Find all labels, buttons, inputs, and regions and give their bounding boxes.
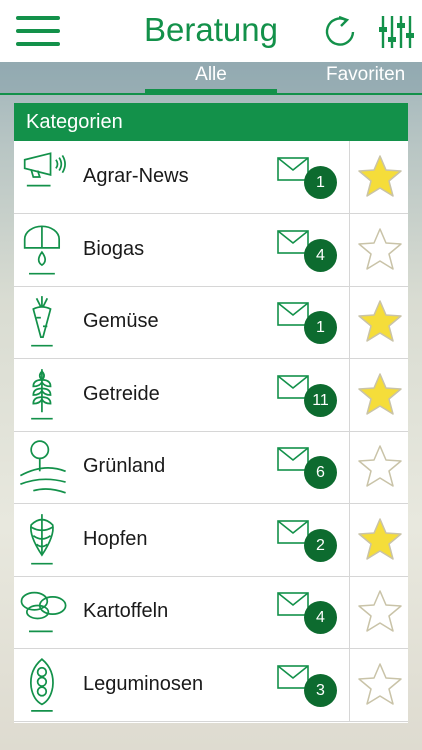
message-count-badge: 2 — [304, 528, 337, 562]
tab-favoriten[interactable]: Favoriten — [326, 64, 405, 86]
carrot-icon — [31, 296, 53, 347]
favorite-star-icon[interactable] — [357, 299, 403, 343]
category-label: Leguminosen — [83, 672, 204, 695]
pea-pod-icon — [29, 657, 54, 712]
row-divider — [349, 213, 350, 286]
message-count-badge: 4 — [304, 238, 337, 272]
favorite-star-icon[interactable] — [357, 662, 403, 706]
section-header: Kategorien — [14, 103, 408, 141]
row-divider — [349, 431, 350, 503]
message-count-badge: 3 — [304, 673, 337, 707]
row-divider — [349, 358, 350, 431]
category-row[interactable]: Grünland 6 — [14, 431, 408, 504]
category-row[interactable]: Agrar-News 1 — [14, 141, 408, 214]
wheat-icon — [31, 368, 53, 420]
row-divider — [349, 503, 350, 576]
category-row[interactable]: Biogas 4 — [14, 213, 408, 287]
row-divider — [349, 286, 350, 358]
row-divider — [349, 576, 350, 648]
category-row[interactable]: Gemüse 1 — [14, 286, 408, 359]
category-row[interactable]: Leguminosen 3 — [14, 648, 408, 722]
top-bar: Beratung — [0, 0, 422, 62]
favorite-star-icon[interactable] — [357, 154, 403, 198]
message-count-badge: 11 — [304, 383, 337, 417]
category-label: Biogas — [83, 237, 145, 260]
tab-alle[interactable]: Alle — [145, 64, 277, 86]
message-count-badge: 1 — [304, 311, 337, 344]
megaphone-icon — [23, 152, 66, 187]
category-label: Hopfen — [83, 527, 148, 550]
category-label: Agrar-News — [83, 165, 189, 187]
message-count-badge: 1 — [304, 166, 337, 199]
page-title: Beratung — [144, 11, 278, 48]
favorite-star-icon[interactable] — [357, 227, 403, 271]
refresh-icon[interactable] — [322, 14, 358, 50]
favorite-star-icon[interactable] — [357, 589, 403, 633]
categories-panel: Kategorien Agrar-News 1 Biogas 4 Gemüse 1 Getr… — [14, 103, 408, 723]
sliders-icon[interactable] — [378, 14, 414, 50]
category-label: Getreide — [83, 382, 160, 405]
category-label: Gemüse — [83, 310, 159, 332]
tab-bar-divider — [0, 93, 422, 95]
biogas-tank-icon — [23, 224, 61, 275]
favorite-star-icon[interactable] — [357, 517, 403, 561]
message-count-badge: 4 — [304, 601, 337, 634]
favorite-star-icon[interactable] — [357, 444, 403, 488]
row-divider — [349, 141, 350, 213]
tree-meadow-icon — [19, 440, 66, 494]
hop-icon — [29, 513, 54, 565]
message-count-badge: 6 — [304, 456, 337, 489]
potato-icon — [20, 591, 67, 633]
category-label: Grünland — [83, 455, 166, 477]
category-row[interactable]: Hopfen 2 — [14, 503, 408, 577]
favorite-star-icon[interactable] — [357, 372, 403, 416]
category-row[interactable]: Getreide 11 — [14, 358, 408, 432]
section-title: Kategorien — [26, 111, 123, 133]
category-label: Kartoffeln — [83, 600, 169, 622]
category-row[interactable]: Kartoffeln 4 — [14, 576, 408, 649]
row-divider — [349, 648, 350, 721]
